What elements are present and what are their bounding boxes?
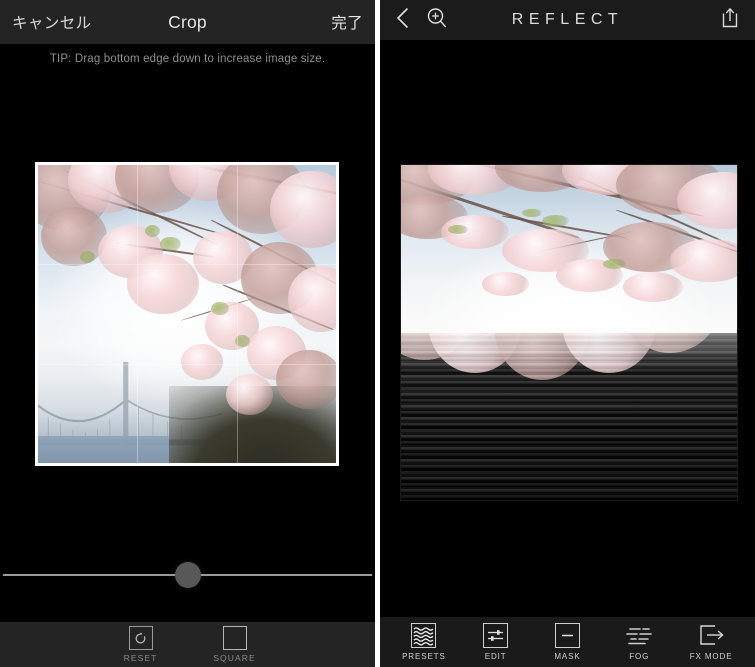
done-button[interactable]: 完了 xyxy=(331,11,363,33)
crop-frame[interactable] xyxy=(35,162,339,466)
crop-screen: キャンセル Crop 完了 TIP: Drag bottom edge down… xyxy=(0,0,375,667)
crop-stage xyxy=(0,160,375,470)
tip-text: TIP: Drag bottom edge down to increase i… xyxy=(49,53,326,65)
fx-mode-label: FX MODE xyxy=(689,652,733,661)
reflect-screen: REFLECT PRESETS EDIT MASK FOG FX MODE xyxy=(380,0,755,667)
presets-label: PRESETS xyxy=(402,652,446,661)
reflect-photo[interactable] xyxy=(400,164,738,501)
sliders-icon xyxy=(483,623,509,648)
reflect-stage xyxy=(380,164,755,504)
edit-button[interactable]: EDIT xyxy=(465,623,527,661)
crop-edge-right[interactable] xyxy=(336,165,339,463)
square-button[interactable]: SQUARE xyxy=(206,626,264,663)
square-icon xyxy=(222,626,247,650)
crop-edge-top[interactable] xyxy=(38,162,336,165)
edit-label: EDIT xyxy=(484,652,507,661)
crop-toolbar: RESET SQUARE xyxy=(0,622,375,667)
dual-screenshot-container: キャンセル Crop 完了 TIP: Drag bottom edge down… xyxy=(0,0,755,667)
fog-lines-icon xyxy=(625,623,653,648)
zoom-slider[interactable] xyxy=(0,562,375,588)
reflect-navbar: REFLECT xyxy=(380,0,755,40)
crop-handle-top-left[interactable] xyxy=(35,162,64,191)
minus-box-icon xyxy=(554,623,580,648)
chevron-left-icon[interactable] xyxy=(394,6,411,35)
crop-handle-bottom-left[interactable] xyxy=(35,437,64,466)
magnifier-plus-icon[interactable] xyxy=(425,6,449,35)
mask-button[interactable]: MASK xyxy=(536,623,598,661)
crop-gridline-v1 xyxy=(137,165,139,463)
reflect-toolbar: PRESETS EDIT MASK FOG FX MODE xyxy=(380,617,755,667)
slider-thumb[interactable] xyxy=(174,562,201,588)
fx-mode-button[interactable]: FX MODE xyxy=(680,623,742,661)
crop-gridline-h1 xyxy=(38,264,336,266)
crop-edge-bottom[interactable] xyxy=(38,463,336,466)
crop-handle-top-right[interactable] xyxy=(310,162,339,191)
crop-navbar: キャンセル Crop 完了 xyxy=(0,0,375,44)
square-label: SQUARE xyxy=(213,653,256,663)
fog-label: FOG xyxy=(629,652,650,661)
crop-gridline-h2 xyxy=(38,363,336,365)
reflect-photo-water xyxy=(401,332,737,500)
mask-label: MASK xyxy=(554,652,581,661)
crop-photo xyxy=(38,165,336,463)
cancel-button[interactable]: キャンセル xyxy=(12,11,92,33)
arrow-out-box-icon xyxy=(696,623,726,648)
crop-handle-bottom-right[interactable] xyxy=(310,437,339,466)
fog-button[interactable]: FOG xyxy=(608,623,670,661)
crop-edge-left[interactable] xyxy=(35,165,38,463)
reset-label: RESET xyxy=(123,653,158,663)
share-up-icon[interactable] xyxy=(719,7,741,35)
reset-icon xyxy=(128,626,153,650)
reset-button[interactable]: RESET xyxy=(112,626,170,663)
presets-button[interactable]: PRESETS xyxy=(393,623,455,661)
crop-gridline-v2 xyxy=(236,165,238,463)
photo-blossoms xyxy=(38,165,336,463)
reflect-photo-top xyxy=(401,165,737,333)
waves-icon xyxy=(411,623,437,648)
